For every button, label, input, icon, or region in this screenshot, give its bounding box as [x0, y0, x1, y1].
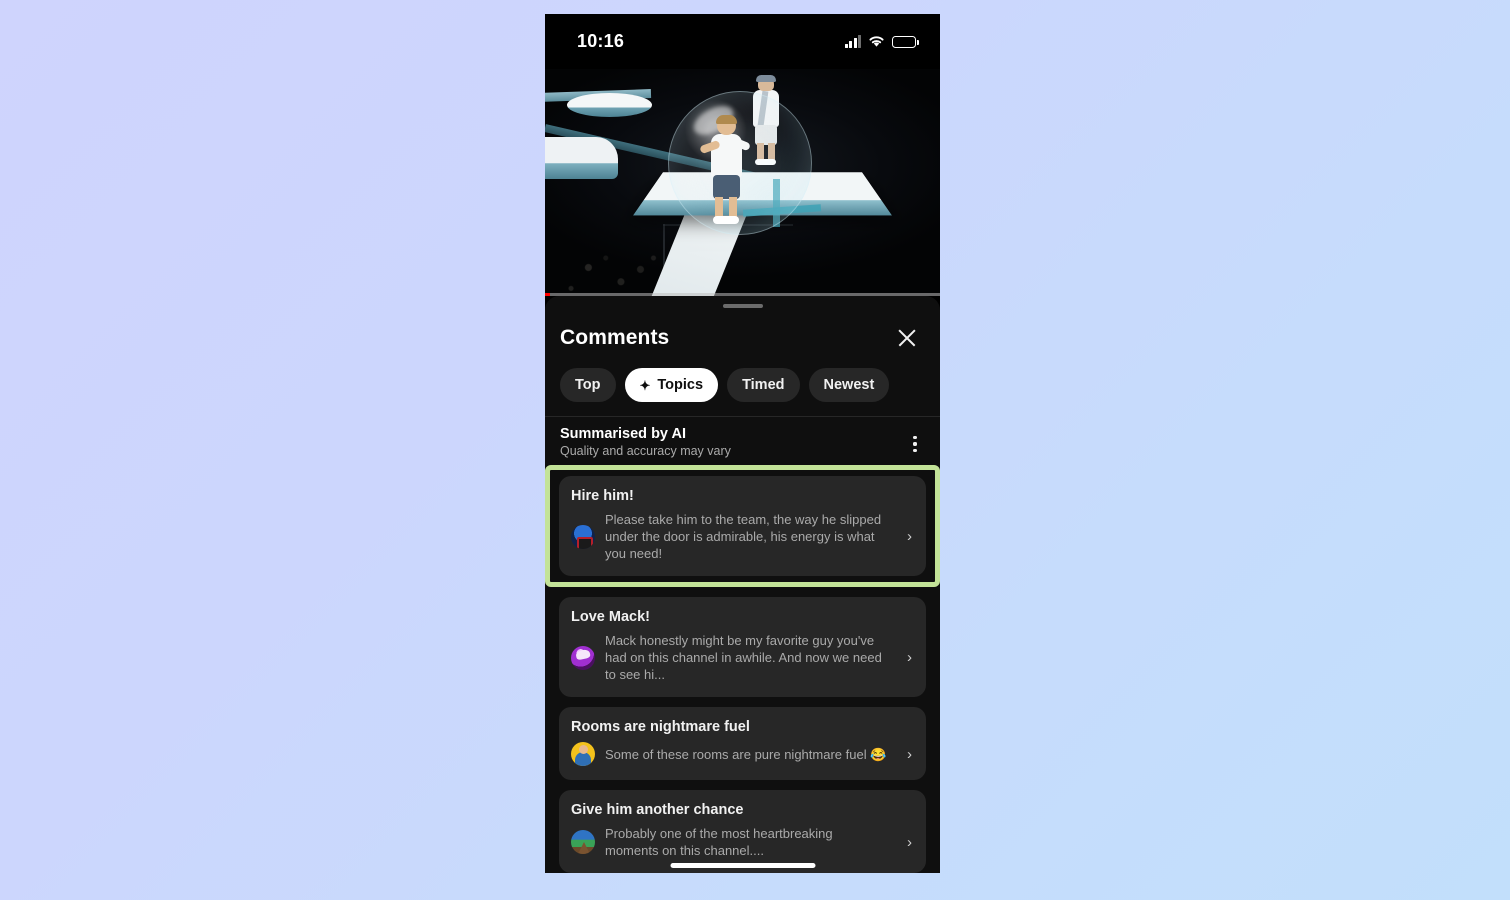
- comment-filter-chips: Top ✦ Topics Timed Newest: [545, 352, 940, 416]
- topic-card-text: Mack honestly might be my favorite guy y…: [605, 633, 882, 682]
- topic-card-wrapper: Rooms are nightmare fuel Some of these r…: [545, 707, 940, 780]
- topic-cards-list: Hire him! Please take him to the team, t…: [545, 465, 940, 873]
- ai-summary-text-group: Summarised by AI Quality and accuracy ma…: [560, 426, 731, 458]
- page-title: Comments: [560, 326, 670, 349]
- status-bar: 10:16: [545, 14, 940, 69]
- topic-card-hire-him[interactable]: Hire him! Please take him to the team, t…: [559, 476, 926, 576]
- topic-card-body: Some of these rooms are pure nightmare f…: [571, 742, 912, 766]
- topic-card-give-him-another-chance[interactable]: Give him another chance Probably one of …: [559, 790, 926, 873]
- topic-card-title: Give him another chance: [571, 802, 744, 818]
- video-progress-played: [545, 293, 550, 296]
- chevron-right-icon[interactable]: ›: [898, 649, 912, 666]
- chip-top[interactable]: Top: [560, 368, 616, 402]
- chip-top-label: Top: [575, 377, 601, 393]
- chevron-right-icon[interactable]: ›: [898, 746, 912, 763]
- home-indicator: [670, 863, 815, 868]
- avatar: [571, 524, 595, 549]
- video-player[interactable]: [545, 69, 940, 296]
- chevron-right-icon[interactable]: ›: [898, 834, 912, 851]
- ai-summary-subtitle: Quality and accuracy may vary: [560, 444, 731, 458]
- topic-card-title: Rooms are nightmare fuel: [571, 719, 750, 735]
- contestant-front: [699, 115, 751, 227]
- topic-card-text: Please take him to the team, the way he …: [605, 512, 882, 561]
- sparkle-icon: ✦: [639, 377, 651, 393]
- topic-card-text: Probably one of the most heartbreaking m…: [605, 826, 833, 858]
- video-frame: [545, 69, 940, 296]
- avatar: [571, 830, 595, 854]
- topic-card-body: Mack honestly might be my favorite guy y…: [571, 632, 912, 683]
- chip-newest[interactable]: Newest: [808, 368, 890, 402]
- wifi-icon: [868, 35, 885, 48]
- topic-card-rooms-nightmare-fuel[interactable]: Rooms are nightmare fuel Some of these r…: [559, 707, 926, 780]
- avatar: [571, 742, 595, 766]
- battery-icon: [892, 35, 919, 48]
- status-icons: [844, 35, 919, 48]
- chip-topics-label: Topics: [657, 377, 704, 393]
- phone-screen: 10:16 Comments Top ✦ Topics Timed Newest…: [545, 14, 940, 873]
- ai-summary-title: Summarised by AI: [560, 426, 686, 442]
- close-icon[interactable]: [893, 324, 921, 352]
- chevron-right-icon[interactable]: ›: [898, 528, 912, 545]
- topic-card-wrapper: Give him another chance Probably one of …: [545, 790, 940, 873]
- cellular-signal-icon: [844, 35, 861, 48]
- chip-newest-label: Newest: [823, 377, 875, 393]
- comments-header: Comments: [545, 308, 940, 352]
- topic-card-body: Probably one of the most heartbreaking m…: [571, 825, 912, 859]
- avatar: [571, 645, 595, 670]
- chip-timed[interactable]: Timed: [727, 368, 800, 402]
- chip-timed-label: Timed: [742, 377, 785, 393]
- topic-card-title: Hire him!: [571, 488, 634, 504]
- topic-card-title: Love Mack!: [571, 609, 650, 625]
- chip-topics[interactable]: ✦ Topics: [624, 368, 719, 402]
- comments-sheet: Comments Top ✦ Topics Timed Newest Summa…: [545, 296, 940, 873]
- kebab-menu-icon[interactable]: [906, 430, 924, 458]
- topic-card-text: Some of these rooms are pure nightmare f…: [605, 746, 887, 762]
- topic-card-love-mack[interactable]: Love Mack! Mack honestly might be my fav…: [559, 597, 926, 697]
- ai-summary-bar: Summarised by AI Quality and accuracy ma…: [545, 416, 940, 465]
- topic-card-body: Please take him to the team, the way he …: [571, 511, 912, 562]
- topic-card-highlight-wrapper: Hire him! Please take him to the team, t…: [545, 465, 940, 587]
- status-time: 10:16: [577, 31, 625, 51]
- topic-card-wrapper: Love Mack! Mack honestly might be my fav…: [545, 597, 940, 697]
